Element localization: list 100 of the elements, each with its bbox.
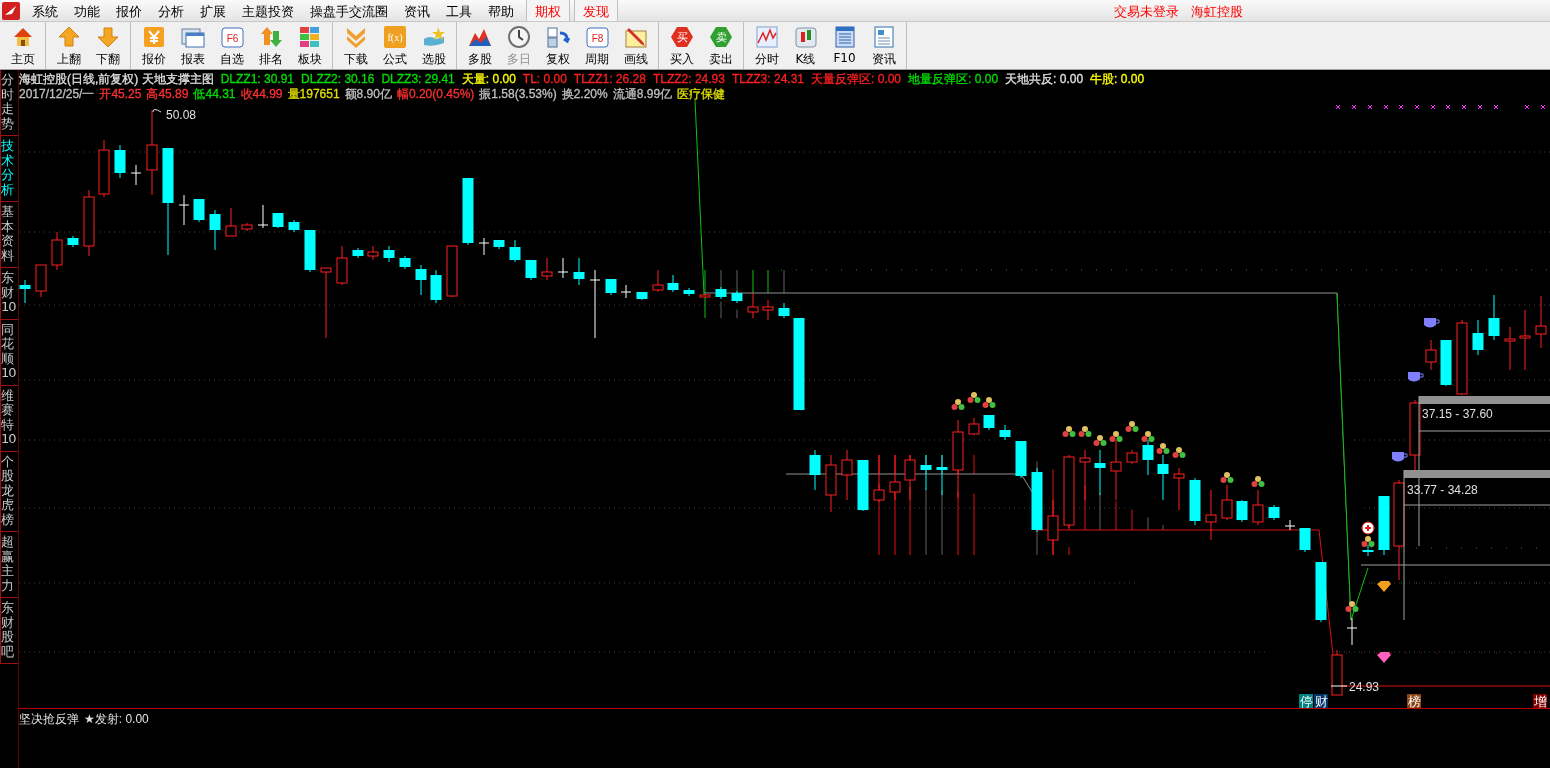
toolbar-button[interactable]: 资讯 xyxy=(864,22,903,69)
candlestick xyxy=(478,237,490,256)
toolbar-button[interactable]: 板块 xyxy=(290,22,329,69)
toolbar-button[interactable]: F6 自选 xyxy=(212,22,251,69)
toolbar-button[interactable]: 上翻 xyxy=(49,22,88,69)
ball-cluster-icon xyxy=(1093,435,1107,446)
toolbar-button[interactable]: F8 周期 xyxy=(577,22,616,69)
quote-value: 收44.99 xyxy=(240,87,283,102)
status-text: 海虹控股 xyxy=(1190,3,1244,21)
candlestick xyxy=(1504,326,1516,371)
quote-value: 医疗保健 xyxy=(677,87,726,102)
quote-value: 幅0.20(0.45%) xyxy=(396,87,475,102)
menu-item[interactable]: 操盘手交流圈 xyxy=(302,0,396,21)
candlestick xyxy=(999,424,1011,441)
candlestick xyxy=(304,229,316,273)
toolbar-button[interactable]: f(x) 公式 xyxy=(375,22,414,69)
candlestick xyxy=(1205,489,1217,541)
yen-icon xyxy=(141,25,166,49)
toolbar-button[interactable]: 选股 xyxy=(414,22,453,69)
low-price-label: 24.93 xyxy=(1349,680,1380,694)
candlestick xyxy=(209,209,221,251)
candlestick xyxy=(67,235,79,248)
menu-item[interactable]: 发现 xyxy=(574,0,618,21)
candlestick xyxy=(667,274,679,293)
menu-item[interactable]: 分析 xyxy=(150,0,192,21)
candlestick xyxy=(920,454,932,491)
toolbar-button[interactable]: 下翻 xyxy=(88,22,127,69)
toolbar-button[interactable]: K线 xyxy=(786,22,825,69)
menu-item[interactable]: 期权 xyxy=(526,0,570,21)
line-chart-icon xyxy=(754,25,779,49)
up-down-arrows-icon xyxy=(258,25,283,49)
arrow-up-icon xyxy=(56,25,81,49)
candlestick xyxy=(573,257,585,286)
gem-icon xyxy=(1377,581,1391,592)
candlestick xyxy=(1047,499,1059,556)
candlestick xyxy=(809,449,821,491)
side-tab[interactable]: 维赛特10 xyxy=(0,385,18,452)
toolbar-button[interactable]: 画线 xyxy=(616,22,655,69)
toolbar-button[interactable]: 报价 xyxy=(134,22,173,69)
candlestick xyxy=(636,291,648,301)
menu-item[interactable]: 帮助 xyxy=(480,0,522,21)
toolbar-button[interactable]: 买 买入 xyxy=(662,22,701,69)
side-tab[interactable]: 东财股吧 xyxy=(0,598,18,664)
candlestick xyxy=(1519,309,1531,371)
candlestick xyxy=(430,269,442,304)
formula-icon: f(x) xyxy=(382,25,407,49)
menu-item[interactable]: 报价 xyxy=(108,0,150,21)
menu-item[interactable]: 系统 xyxy=(24,0,66,21)
toolbar-button[interactable]: F10 xyxy=(825,22,864,69)
candlestick xyxy=(889,454,901,501)
candlestick xyxy=(130,164,142,186)
side-tab[interactable]: 个股龙虎榜 xyxy=(0,451,18,532)
document-icon xyxy=(832,25,857,49)
menu-item[interactable]: 扩展 xyxy=(192,0,234,21)
toolbar-button[interactable]: 主页 xyxy=(3,22,42,69)
app-logo-icon xyxy=(2,2,20,20)
candlestick xyxy=(51,231,63,271)
toolbar-button[interactable]: 排名 xyxy=(251,22,290,69)
pencil-icon xyxy=(623,25,648,49)
candlestick xyxy=(1535,295,1547,349)
candlestick-icon xyxy=(793,25,818,49)
candlestick xyxy=(272,212,284,229)
hexagon-icon: 卖 xyxy=(708,25,733,49)
menu-item[interactable]: 工具 xyxy=(438,0,480,21)
toolbar-button[interactable]: 下载 xyxy=(336,22,375,69)
indicator-value: TLZZ3: 24.31 xyxy=(731,72,804,87)
medical-cross-icon xyxy=(1361,521,1375,535)
menu-item[interactable]: 功能 xyxy=(66,0,108,21)
candlestick xyxy=(383,245,395,263)
side-tab[interactable]: 技术分析 xyxy=(0,136,18,202)
candlestick xyxy=(257,204,269,229)
candlestick xyxy=(1331,649,1343,696)
side-tab[interactable]: 东财10 xyxy=(0,268,18,320)
toolbar-button[interactable]: 多股 xyxy=(460,22,499,69)
ball-cluster-icon xyxy=(1078,426,1092,437)
gem-icon xyxy=(1377,652,1391,663)
toolbar-button[interactable]: 卖 卖出 xyxy=(701,22,740,69)
ball-cluster-icon xyxy=(1361,536,1375,547)
candlestick xyxy=(1472,319,1484,356)
candlestick xyxy=(747,292,759,319)
arrow-down-icon xyxy=(95,25,120,49)
side-tab[interactable]: 基本资料 xyxy=(0,202,18,268)
candlestick xyxy=(1409,399,1421,471)
menu-item[interactable]: 主题投资 xyxy=(234,0,302,21)
ball-cluster-icon xyxy=(1220,472,1234,483)
ball-cluster-icon xyxy=(1156,443,1170,454)
toolbar-button[interactable]: 复权 xyxy=(538,22,577,69)
menu-item[interactable]: 资讯 xyxy=(396,0,438,21)
ball-cluster-icon xyxy=(1125,421,1139,432)
toolbar-button[interactable]: 报表 xyxy=(173,22,212,69)
quote-value: 低44.31 xyxy=(193,87,236,102)
toolbar-button[interactable]: 分时 xyxy=(747,22,786,69)
indicator-value: 牛股: 0.00 xyxy=(1090,72,1145,87)
side-tab[interactable]: 分时走势 xyxy=(0,70,18,136)
candlestick xyxy=(731,290,743,304)
candlestick xyxy=(605,278,617,296)
indicator-title: 坚决抢反弹 xyxy=(19,711,79,728)
candlestick xyxy=(1110,439,1122,501)
side-tab[interactable]: 同花顺10 xyxy=(0,319,18,386)
side-tab[interactable]: 超赢主力 xyxy=(0,532,18,598)
